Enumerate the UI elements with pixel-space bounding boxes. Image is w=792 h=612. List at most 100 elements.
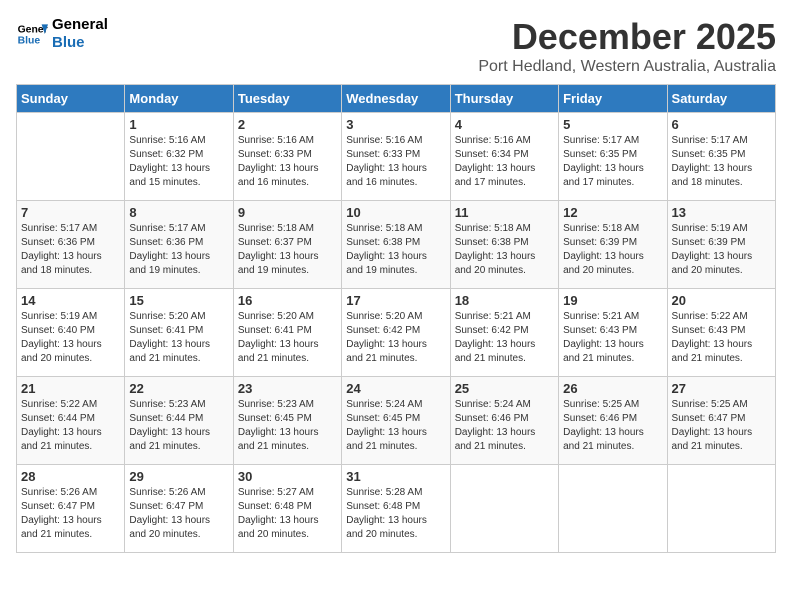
day-cell: 14 Sunrise: 5:19 AM Sunset: 6:40 PM Dayli… — [17, 289, 125, 377]
day-header-thursday: Thursday — [450, 85, 558, 113]
day-cell: 12 Sunrise: 5:18 AM Sunset: 6:39 PM Dayli… — [559, 201, 667, 289]
day-number: 18 — [455, 293, 554, 308]
calendar-header: SundayMondayTuesdayWednesdayThursdayFrid… — [17, 85, 776, 113]
day-cell: 1Sunrise: 5:16 AM Sunset: 6:32 PM Daylig… — [125, 113, 233, 201]
day-cell: 26 Sunrise: 5:25 AM Sunset: 6:46 PM Dayli… — [559, 377, 667, 465]
day-number: 19 — [563, 293, 662, 308]
day-info: Sunrise: 5:19 AM Sunset: 6:39 PM Dayligh… — [672, 222, 771, 278]
day-info: Sunrise: 5:18 AM Sunset: 6:39 PM Dayligh… — [563, 222, 662, 278]
day-number: 17 — [346, 293, 445, 308]
day-number: 10 — [346, 205, 445, 220]
day-info: Sunrise: 5:24 AM Sunset: 6:45 PM Dayligh… — [346, 398, 445, 454]
day-cell: 31 Sunrise: 5:28 AM Sunset: 6:48 PM Dayli… — [342, 465, 450, 553]
day-number: 12 — [563, 205, 662, 220]
day-number: 7 — [21, 205, 120, 220]
day-info: Sunrise: 5:22 AM Sunset: 6:43 PM Dayligh… — [672, 310, 771, 366]
day-number: 5 — [563, 117, 662, 132]
week-row-4: 21Sunrise: 5:22 AM Sunset: 6:44 PM Dayli… — [17, 377, 776, 465]
day-info: Sunrise: 5:28 AM Sunset: 6:48 PM Dayligh… — [346, 486, 445, 542]
day-header-tuesday: Tuesday — [233, 85, 341, 113]
day-info: Sunrise: 5:16 AM Sunset: 6:33 PM Dayligh… — [238, 134, 337, 190]
day-number: 15 — [129, 293, 228, 308]
day-cell: 25 Sunrise: 5:24 AM Sunset: 6:46 PM Dayli… — [450, 377, 558, 465]
day-header-sunday: Sunday — [17, 85, 125, 113]
day-cell — [667, 465, 775, 553]
calendar-table: SundayMondayTuesdayWednesdayThursdayFrid… — [16, 84, 776, 553]
day-cell: 2 Sunrise: 5:16 AM Sunset: 6:33 PM Daylig… — [233, 113, 341, 201]
day-number: 16 — [238, 293, 337, 308]
day-cell: 5 Sunrise: 5:17 AM Sunset: 6:35 PM Daylig… — [559, 113, 667, 201]
day-number: 20 — [672, 293, 771, 308]
day-cell: 9 Sunrise: 5:18 AM Sunset: 6:37 PM Daylig… — [233, 201, 341, 289]
day-info: Sunrise: 5:16 AM Sunset: 6:32 PM Dayligh… — [129, 134, 228, 190]
logo-line2: Blue — [52, 34, 108, 52]
day-number: 3 — [346, 117, 445, 132]
week-row-3: 14 Sunrise: 5:19 AM Sunset: 6:40 PM Dayli… — [17, 289, 776, 377]
day-header-wednesday: Wednesday — [342, 85, 450, 113]
day-info: Sunrise: 5:23 AM Sunset: 6:45 PM Dayligh… — [238, 398, 337, 454]
day-number: 26 — [563, 381, 662, 396]
day-cell: 11Sunrise: 5:18 AM Sunset: 6:38 PM Dayli… — [450, 201, 558, 289]
day-number: 22 — [129, 381, 228, 396]
title-area: December 2025 Port Hedland, Western Aust… — [478, 16, 776, 76]
day-cell: 8Sunrise: 5:17 AM Sunset: 6:36 PM Daylig… — [125, 201, 233, 289]
day-number: 2 — [238, 117, 337, 132]
svg-text:Blue: Blue — [18, 36, 41, 47]
day-info: Sunrise: 5:18 AM Sunset: 6:37 PM Dayligh… — [238, 222, 337, 278]
day-number: 13 — [672, 205, 771, 220]
day-info: Sunrise: 5:20 AM Sunset: 6:41 PM Dayligh… — [129, 310, 228, 366]
location: Port Hedland, Western Australia, Austral… — [478, 58, 776, 76]
day-cell: 16 Sunrise: 5:20 AM Sunset: 6:41 PM Dayli… — [233, 289, 341, 377]
header-row: SundayMondayTuesdayWednesdayThursdayFrid… — [17, 85, 776, 113]
day-cell: 6 Sunrise: 5:17 AM Sunset: 6:35 PM Daylig… — [667, 113, 775, 201]
day-number: 4 — [455, 117, 554, 132]
day-cell: 15 Sunrise: 5:20 AM Sunset: 6:41 PM Dayli… — [125, 289, 233, 377]
day-number: 28 — [21, 469, 120, 484]
day-number: 9 — [238, 205, 337, 220]
day-info: Sunrise: 5:20 AM Sunset: 6:41 PM Dayligh… — [238, 310, 337, 366]
day-cell: 20 Sunrise: 5:22 AM Sunset: 6:43 PM Dayli… — [667, 289, 775, 377]
day-info: Sunrise: 5:25 AM Sunset: 6:47 PM Dayligh… — [672, 398, 771, 454]
day-number: 25 — [455, 381, 554, 396]
day-cell — [559, 465, 667, 553]
day-cell — [17, 113, 125, 201]
day-info: Sunrise: 5:24 AM Sunset: 6:46 PM Dayligh… — [455, 398, 554, 454]
logo-line1: General — [52, 16, 108, 34]
day-cell: 30Sunrise: 5:27 AM Sunset: 6:48 PM Dayli… — [233, 465, 341, 553]
day-header-saturday: Saturday — [667, 85, 775, 113]
day-info: Sunrise: 5:17 AM Sunset: 6:35 PM Dayligh… — [672, 134, 771, 190]
day-info: Sunrise: 5:19 AM Sunset: 6:40 PM Dayligh… — [21, 310, 120, 366]
day-number: 21 — [21, 381, 120, 396]
logo-icon: General Blue — [16, 18, 48, 50]
header: General Blue General Blue December 2025 … — [16, 16, 776, 76]
day-number: 14 — [21, 293, 120, 308]
day-info: Sunrise: 5:17 AM Sunset: 6:35 PM Dayligh… — [563, 134, 662, 190]
day-info: Sunrise: 5:26 AM Sunset: 6:47 PM Dayligh… — [129, 486, 228, 542]
day-number: 6 — [672, 117, 771, 132]
day-info: Sunrise: 5:20 AM Sunset: 6:42 PM Dayligh… — [346, 310, 445, 366]
day-cell: 17 Sunrise: 5:20 AM Sunset: 6:42 PM Dayli… — [342, 289, 450, 377]
day-cell: 7Sunrise: 5:17 AM Sunset: 6:36 PM Daylig… — [17, 201, 125, 289]
day-cell: 28Sunrise: 5:26 AM Sunset: 6:47 PM Dayli… — [17, 465, 125, 553]
day-number: 29 — [129, 469, 228, 484]
day-header-friday: Friday — [559, 85, 667, 113]
day-info: Sunrise: 5:21 AM Sunset: 6:43 PM Dayligh… — [563, 310, 662, 366]
day-number: 23 — [238, 381, 337, 396]
calendar-body: 1Sunrise: 5:16 AM Sunset: 6:32 PM Daylig… — [17, 113, 776, 553]
day-info: Sunrise: 5:18 AM Sunset: 6:38 PM Dayligh… — [455, 222, 554, 278]
day-cell: 24Sunrise: 5:24 AM Sunset: 6:45 PM Dayli… — [342, 377, 450, 465]
week-row-2: 7Sunrise: 5:17 AM Sunset: 6:36 PM Daylig… — [17, 201, 776, 289]
day-cell — [450, 465, 558, 553]
day-cell: 18Sunrise: 5:21 AM Sunset: 6:42 PM Dayli… — [450, 289, 558, 377]
day-number: 30 — [238, 469, 337, 484]
day-number: 8 — [129, 205, 228, 220]
week-row-1: 1Sunrise: 5:16 AM Sunset: 6:32 PM Daylig… — [17, 113, 776, 201]
day-cell: 4Sunrise: 5:16 AM Sunset: 6:34 PM Daylig… — [450, 113, 558, 201]
day-cell: 13 Sunrise: 5:19 AM Sunset: 6:39 PM Dayli… — [667, 201, 775, 289]
day-cell: 29 Sunrise: 5:26 AM Sunset: 6:47 PM Dayli… — [125, 465, 233, 553]
day-number: 31 — [346, 469, 445, 484]
day-cell: 3 Sunrise: 5:16 AM Sunset: 6:33 PM Daylig… — [342, 113, 450, 201]
day-info: Sunrise: 5:16 AM Sunset: 6:33 PM Dayligh… — [346, 134, 445, 190]
day-info: Sunrise: 5:25 AM Sunset: 6:46 PM Dayligh… — [563, 398, 662, 454]
day-cell: 21Sunrise: 5:22 AM Sunset: 6:44 PM Dayli… — [17, 377, 125, 465]
